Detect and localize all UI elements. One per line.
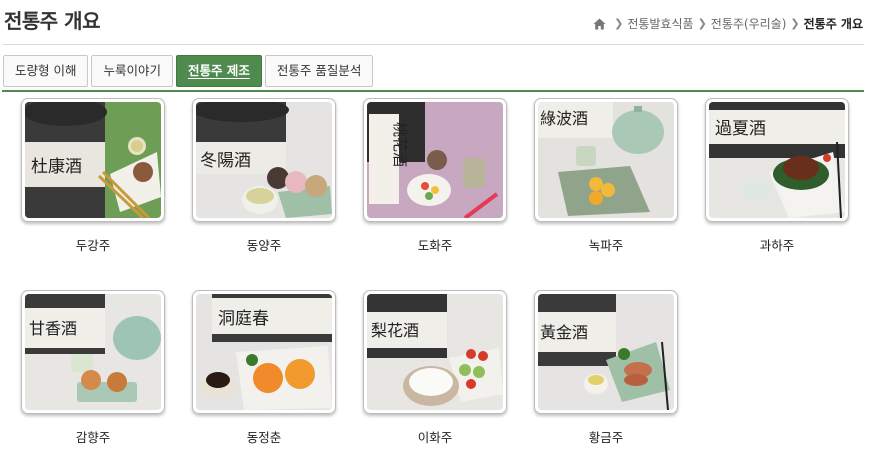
liquor-photo-image: 杜康酒: [25, 102, 161, 218]
liquor-photo-image: 過夏酒: [709, 102, 845, 218]
liquor-name[interactable]: 이화주: [362, 427, 508, 446]
liquor-name[interactable]: 동양주: [191, 235, 337, 254]
breadcrumb-item-fermented-food[interactable]: 전통발효식품: [627, 15, 693, 32]
calligraphy-label: 洞庭春: [218, 309, 269, 329]
liquor-name[interactable]: 과하주: [704, 235, 850, 254]
liquor-photo[interactable]: 黃金酒: [534, 290, 678, 414]
gallery-card-nokpaju: 綠波酒 녹파주: [533, 98, 679, 254]
liquor-name[interactable]: 도화주: [362, 235, 508, 254]
liquor-photo[interactable]: 梨花酒: [363, 290, 507, 414]
liquor-photo[interactable]: 冬陽酒: [192, 98, 336, 222]
chevron-right-icon: ❯: [614, 17, 624, 30]
liquor-photo-image: 黃金酒: [538, 294, 674, 410]
calligraphy-label: 梨花酒: [371, 321, 419, 340]
gallery-card-dohwaju: 桃花酒 도화주: [362, 98, 508, 254]
liquor-photo[interactable]: 綠波酒: [534, 98, 678, 222]
gallery-card-dongjeongchun: 洞庭春 동정춘: [191, 290, 337, 446]
calligraphy-label: 冬陽酒: [200, 151, 251, 171]
liquor-photo[interactable]: 桃花酒: [363, 98, 507, 222]
header-divider: [2, 44, 864, 45]
liquor-photo-image: 綠波酒: [538, 102, 674, 218]
tab-measurement[interactable]: 도량형 이해: [3, 55, 89, 87]
tab-divider: [2, 90, 864, 92]
liquor-name[interactable]: 동정춘: [191, 427, 337, 446]
gallery-card-ihwaju: 梨花酒 이화주: [362, 290, 508, 446]
calligraphy-label: 甘香酒: [29, 319, 77, 338]
page-title: 전통주 개요: [4, 9, 100, 33]
liquor-photo-image: 桃花酒: [367, 102, 503, 218]
liquor-photo-image: 冬陽酒: [196, 102, 332, 218]
breadcrumb-item-traditional-liquor[interactable]: 전통주(우리술): [711, 15, 787, 32]
gallery-card-hwanggeumju: 黃金酒 황금주: [533, 290, 679, 446]
breadcrumb-item-current: 전통주 개요: [803, 17, 863, 31]
home-icon[interactable]: [593, 18, 606, 30]
liquor-photo-image: 梨花酒: [367, 294, 503, 410]
liquor-photo[interactable]: 洞庭春: [192, 290, 336, 414]
gallery-card-gamhyangju: 甘香酒 감향주: [20, 290, 166, 446]
calligraphy-label: 綠波酒: [540, 109, 588, 128]
liquor-name[interactable]: 두강주: [20, 235, 166, 254]
tab-bar: 도량형 이해 누룩이야기 전통주 제조 전통주 품질분석: [3, 55, 376, 87]
gallery-card-dugangju: 杜康酒 두강주: [20, 98, 166, 254]
calligraphy-label: 桃花酒: [391, 122, 409, 167]
liquor-name[interactable]: 감향주: [20, 427, 166, 446]
calligraphy-label: 過夏酒: [715, 119, 766, 139]
tab-nuruk-story[interactable]: 누룩이야기: [91, 55, 173, 87]
breadcrumb: ❯ 전통발효식품 ❯ 전통주(우리술) ❯ 전통주 개요: [593, 15, 863, 32]
liquor-photo[interactable]: 甘香酒: [21, 290, 165, 414]
tab-quality-analysis[interactable]: 전통주 품질분석: [264, 55, 374, 87]
liquor-photo[interactable]: 過夏酒: [705, 98, 849, 222]
chevron-right-icon: ❯: [697, 17, 707, 30]
liquor-name[interactable]: 녹파주: [533, 235, 679, 254]
gallery-card-dongyangju: 冬陽酒 동양주: [191, 98, 337, 254]
tab-liquor-making[interactable]: 전통주 제조: [176, 55, 262, 87]
calligraphy-label: 黃金酒: [540, 323, 588, 342]
liquor-name[interactable]: 황금주: [533, 427, 679, 446]
gallery-card-gwahaju: 過夏酒 과하주: [704, 98, 850, 254]
liquor-photo-image: 甘香酒: [25, 294, 161, 410]
chevron-right-icon: ❯: [790, 17, 800, 30]
calligraphy-label: 杜康酒: [31, 157, 82, 177]
liquor-photo-image: 洞庭春: [196, 294, 332, 410]
liquor-photo[interactable]: 杜康酒: [21, 98, 165, 222]
